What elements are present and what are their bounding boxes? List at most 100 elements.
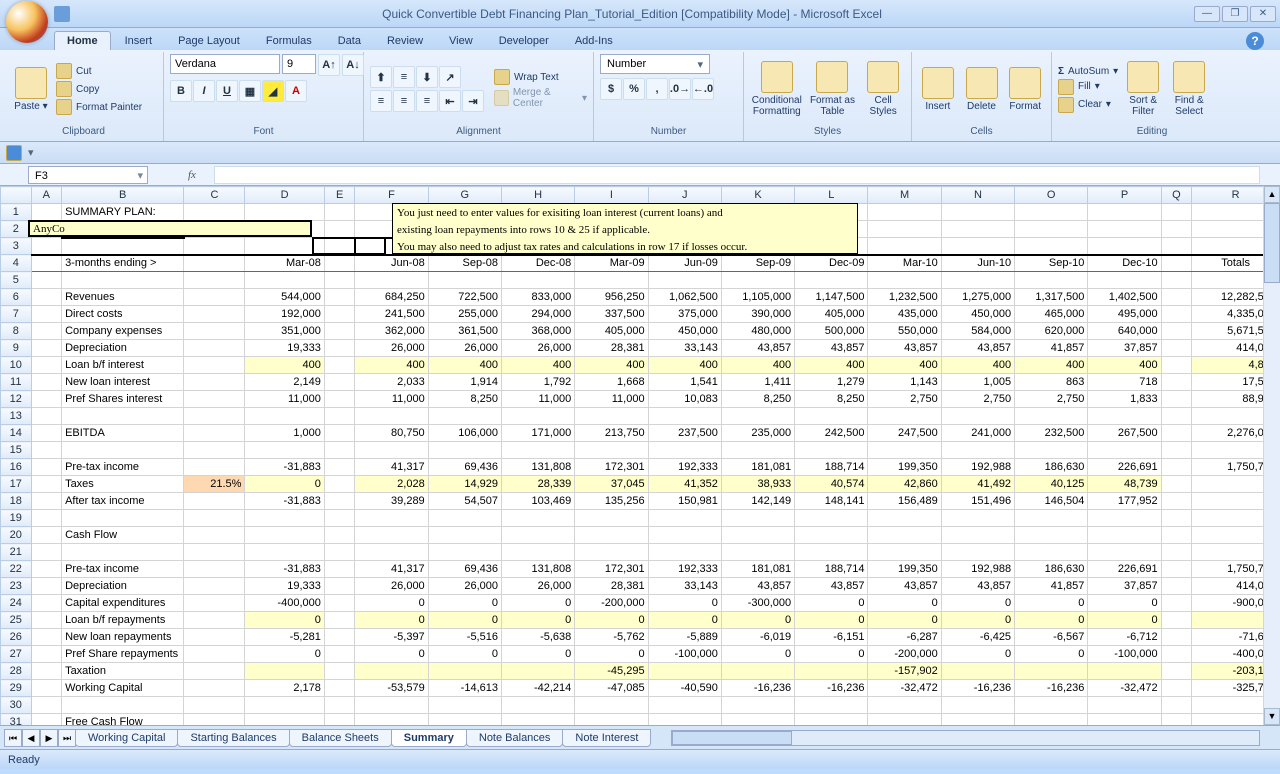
office-button[interactable] [6, 1, 48, 43]
cell-D10[interactable]: 400 [245, 357, 324, 374]
cell-J8[interactable]: 450,000 [648, 323, 721, 340]
cell-H15[interactable] [501, 442, 574, 459]
col-header-M[interactable]: M [868, 187, 941, 204]
cell-K30[interactable] [721, 697, 794, 714]
cell-F27[interactable]: 0 [355, 646, 428, 663]
cell-B1[interactable]: SUMMARY PLAN: [62, 204, 184, 221]
cell-F7[interactable]: 241,500 [355, 306, 428, 323]
cell-L17[interactable]: 40,574 [795, 476, 868, 493]
cell-N17[interactable]: 41,492 [941, 476, 1014, 493]
row-header-22[interactable]: 22 [1, 561, 32, 578]
cell-G11[interactable]: 1,914 [428, 374, 501, 391]
cell-M28[interactable]: -157,902 [868, 663, 941, 680]
cell-L12[interactable]: 8,250 [795, 391, 868, 408]
cell-M8[interactable]: 550,000 [868, 323, 941, 340]
cell-E30[interactable] [324, 697, 355, 714]
cell-M13[interactable] [868, 408, 941, 425]
cell-A31[interactable] [31, 714, 62, 726]
col-header-C[interactable]: C [184, 187, 245, 204]
cell-A17[interactable] [31, 476, 62, 493]
cell-H31[interactable] [501, 714, 574, 726]
cell-E27[interactable] [324, 646, 355, 663]
cell-O22[interactable]: 186,630 [1015, 561, 1088, 578]
cell-J11[interactable]: 1,541 [648, 374, 721, 391]
cell-B26[interactable]: New loan repayments [62, 629, 184, 646]
cell-C1[interactable] [184, 204, 245, 221]
cell-B8[interactable]: Company expenses [62, 323, 184, 340]
cell-J31[interactable] [648, 714, 721, 726]
cell-O1[interactable] [1015, 204, 1088, 221]
cell-P30[interactable] [1088, 697, 1161, 714]
cell-J19[interactable] [648, 510, 721, 527]
cell-N23[interactable]: 43,857 [941, 578, 1014, 595]
cell-I23[interactable]: 28,381 [575, 578, 648, 595]
cell-I4[interactable]: Mar-09 [575, 255, 648, 272]
cell-O28[interactable] [1015, 663, 1088, 680]
cell-K14[interactable]: 235,000 [721, 425, 794, 442]
cell-O6[interactable]: 1,317,500 [1015, 289, 1088, 306]
cell-G10[interactable]: 400 [428, 357, 501, 374]
align-top[interactable]: ⬆ [370, 66, 392, 88]
cell-O10[interactable]: 400 [1015, 357, 1088, 374]
cell-Q1[interactable] [1161, 204, 1192, 221]
cell-I18[interactable]: 135,256 [575, 493, 648, 510]
cell-F30[interactable] [355, 697, 428, 714]
cell-E12[interactable] [324, 391, 355, 408]
cell-M27[interactable]: -200,000 [868, 646, 941, 663]
col-header-F[interactable]: F [355, 187, 428, 204]
cell-K5[interactable] [721, 272, 794, 289]
cell-M12[interactable]: 2,750 [868, 391, 941, 408]
cell-L5[interactable] [795, 272, 868, 289]
sheet-nav-next[interactable]: ▶ [40, 729, 58, 747]
cell-J18[interactable]: 150,981 [648, 493, 721, 510]
cell-D31[interactable] [245, 714, 324, 726]
cell-B18[interactable]: After tax income [62, 493, 184, 510]
cell-C30[interactable] [184, 697, 245, 714]
cut-button[interactable]: Cut [56, 63, 142, 79]
horizontal-scrollbar[interactable] [671, 730, 1260, 746]
cell-M24[interactable]: 0 [868, 595, 941, 612]
cell-N12[interactable]: 2,750 [941, 391, 1014, 408]
cell-D15[interactable] [245, 442, 324, 459]
cell-C24[interactable] [184, 595, 245, 612]
cell-F8[interactable]: 362,000 [355, 323, 428, 340]
cell-P16[interactable]: 226,691 [1088, 459, 1161, 476]
cell-C8[interactable] [184, 323, 245, 340]
decrease-font-button[interactable]: A↓ [342, 54, 364, 76]
cell-K22[interactable]: 181,081 [721, 561, 794, 578]
cell-K16[interactable]: 181,081 [721, 459, 794, 476]
cell-N26[interactable]: -6,425 [941, 629, 1014, 646]
cell-E29[interactable] [324, 680, 355, 697]
cell-A6[interactable] [31, 289, 62, 306]
cell-I10[interactable]: 400 [575, 357, 648, 374]
cell-C9[interactable] [184, 340, 245, 357]
cell-F12[interactable]: 11,000 [355, 391, 428, 408]
cell-P9[interactable]: 37,857 [1088, 340, 1161, 357]
cell-J4[interactable]: Jun-09 [648, 255, 721, 272]
cell-P20[interactable] [1088, 527, 1161, 544]
cell-I30[interactable] [575, 697, 648, 714]
cell-L6[interactable]: 1,147,500 [795, 289, 868, 306]
cell-L24[interactable]: 0 [795, 595, 868, 612]
cell-I19[interactable] [575, 510, 648, 527]
sheet-nav-last[interactable]: ⏭ [58, 729, 76, 747]
cell-I21[interactable] [575, 544, 648, 561]
cell-G9[interactable]: 26,000 [428, 340, 501, 357]
cell-K21[interactable] [721, 544, 794, 561]
row-header-23[interactable]: 23 [1, 578, 32, 595]
cell-P1[interactable] [1088, 204, 1161, 221]
cell-B22[interactable]: Pre-tax income [62, 561, 184, 578]
cell-L15[interactable] [795, 442, 868, 459]
cell-Q10[interactable] [1161, 357, 1192, 374]
tab-formulas[interactable]: Formulas [254, 32, 324, 50]
cell-J25[interactable]: 0 [648, 612, 721, 629]
save-icon[interactable] [6, 145, 22, 161]
cell-B15[interactable] [62, 442, 184, 459]
row-header-27[interactable]: 27 [1, 646, 32, 663]
cell-D4[interactable]: Mar-08 [245, 255, 324, 272]
cell-K6[interactable]: 1,105,000 [721, 289, 794, 306]
insert-button[interactable]: Insert [918, 67, 958, 112]
cell-D17[interactable]: 0 [245, 476, 324, 493]
cell-M29[interactable]: -32,472 [868, 680, 941, 697]
cell-A12[interactable] [31, 391, 62, 408]
